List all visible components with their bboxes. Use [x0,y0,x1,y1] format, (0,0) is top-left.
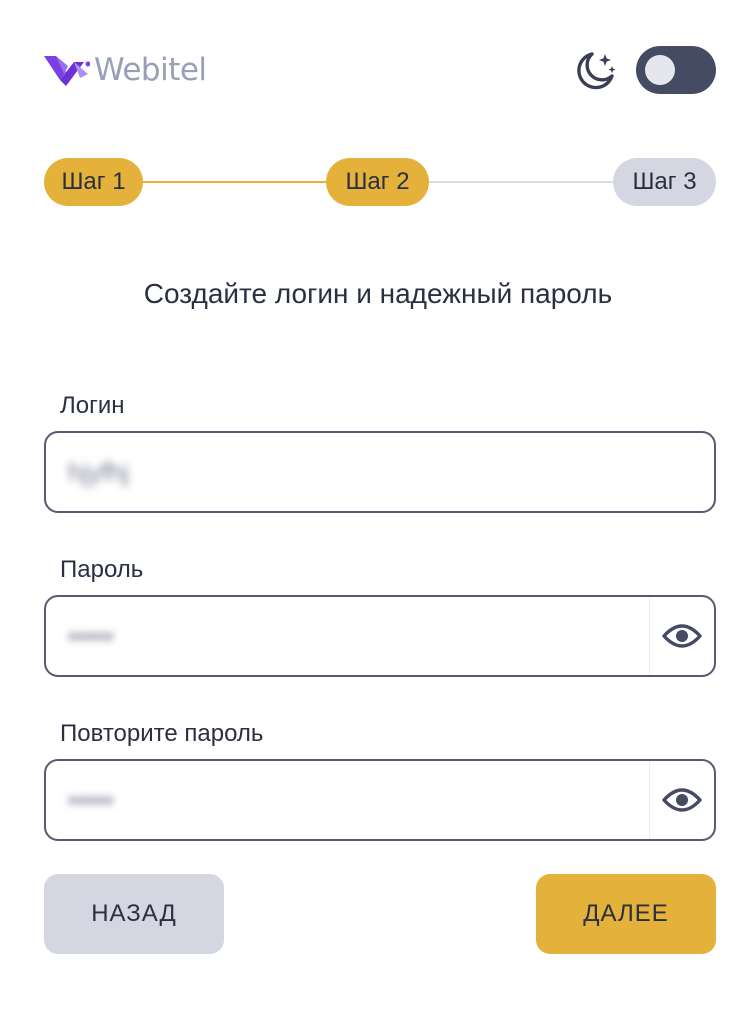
toggle-knob [645,55,675,85]
password-input[interactable] [68,597,628,675]
back-button[interactable]: НАЗАД [44,874,224,954]
login-input[interactable] [68,433,628,511]
password-visibility-toggle[interactable] [649,597,714,675]
moon-stars-icon[interactable] [572,48,618,94]
brand-name: Webitel [94,52,207,88]
stepper: Шаг 1 Шаг 2 Шаг 3 [44,158,716,206]
login-field-box [44,431,716,513]
password-label: Пароль [60,556,144,583]
password-field-box [44,595,716,677]
repeat-password-label: Повторите пароль [60,720,264,747]
eye-icon [662,624,702,648]
form-title: Создайте логин и надежный пароль [143,278,613,309]
repeat-password-field-box [44,759,716,841]
repeat-password-visibility-toggle[interactable] [649,761,714,839]
login-label: Логин [60,392,125,419]
step-1: Шаг 1 [44,158,143,206]
step-2: Шаг 2 [326,158,429,206]
registration-page: Webitel Шаг 1 Шаг 2 Шаг 3 Создайте логин… [0,0,756,1032]
step-3: Шаг 3 [613,158,716,206]
brand-logo[interactable]: Webitel [44,50,207,90]
next-button[interactable]: ДАЛЕЕ [536,874,716,954]
eye-icon [662,788,702,812]
theme-toggle[interactable] [636,46,716,94]
webitel-logo-icon [44,56,90,86]
repeat-password-input[interactable] [68,761,628,839]
